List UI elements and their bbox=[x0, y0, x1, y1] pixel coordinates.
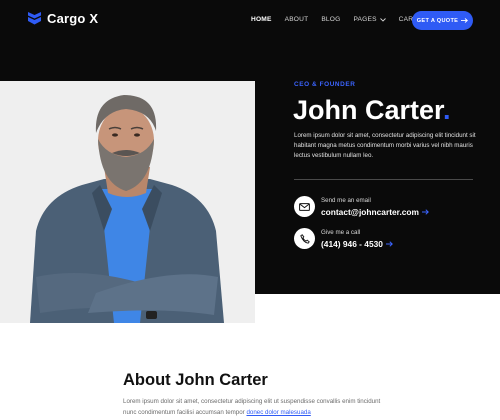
phone-link[interactable]: (414) 946 - 4530 bbox=[321, 239, 393, 249]
phone-icon bbox=[299, 233, 310, 244]
logo[interactable]: Cargo X bbox=[28, 11, 98, 26]
bio-text: Lorem ipsum dolor sit amet, consectetur … bbox=[294, 132, 476, 160]
phone-label: Give me a call bbox=[321, 228, 361, 236]
name-accent-dot: . bbox=[443, 95, 451, 125]
logo-text: Cargo X bbox=[47, 11, 99, 26]
email-link[interactable]: contact@johncarter.com bbox=[321, 207, 429, 217]
about-title: About John Carter bbox=[123, 371, 268, 389]
mail-icon bbox=[299, 202, 310, 211]
portrait-photo bbox=[0, 81, 255, 323]
chevron-down-icon bbox=[379, 17, 386, 22]
phone-value: (414) 946 - 4530 bbox=[321, 238, 383, 249]
nav-pages[interactable]: PAGES bbox=[353, 16, 386, 23]
email-contact[interactable]: Send me an email contact@johncarter.com bbox=[294, 196, 429, 217]
get-a-quote-button[interactable]: GET A QUOTE bbox=[412, 11, 473, 30]
email-label: Send me an email bbox=[321, 196, 371, 204]
person-illustration bbox=[30, 95, 224, 323]
get-a-quote-label: GET A QUOTE bbox=[416, 17, 459, 24]
role-eyebrow: CEO & FOUNDER bbox=[294, 81, 356, 88]
about-link[interactable]: donec dolor malesuada bbox=[246, 409, 310, 416]
arrow-right-icon bbox=[422, 208, 429, 215]
email-value: contact@johncarter.com bbox=[321, 206, 419, 217]
phone-icon-circle bbox=[294, 228, 315, 249]
person-name: John Carter. bbox=[293, 95, 451, 126]
mail-icon-circle bbox=[294, 196, 315, 217]
arrow-right-icon bbox=[385, 240, 393, 247]
logo-icon bbox=[28, 12, 41, 25]
nav-home[interactable]: HOME bbox=[251, 16, 272, 23]
nav-about[interactable]: ABOUT bbox=[285, 16, 309, 23]
nav-pages-label: PAGES bbox=[353, 16, 377, 23]
person-name-text: John Carter bbox=[293, 95, 444, 125]
nav-blog[interactable]: BLOG bbox=[321, 16, 340, 23]
phone-contact[interactable]: Give me a call (414) 946 - 4530 bbox=[294, 228, 393, 249]
divider bbox=[294, 179, 473, 180]
arrow-right-icon bbox=[461, 18, 469, 23]
about-text: Lorem ipsum dolor sit amet, consectetur … bbox=[123, 397, 388, 419]
